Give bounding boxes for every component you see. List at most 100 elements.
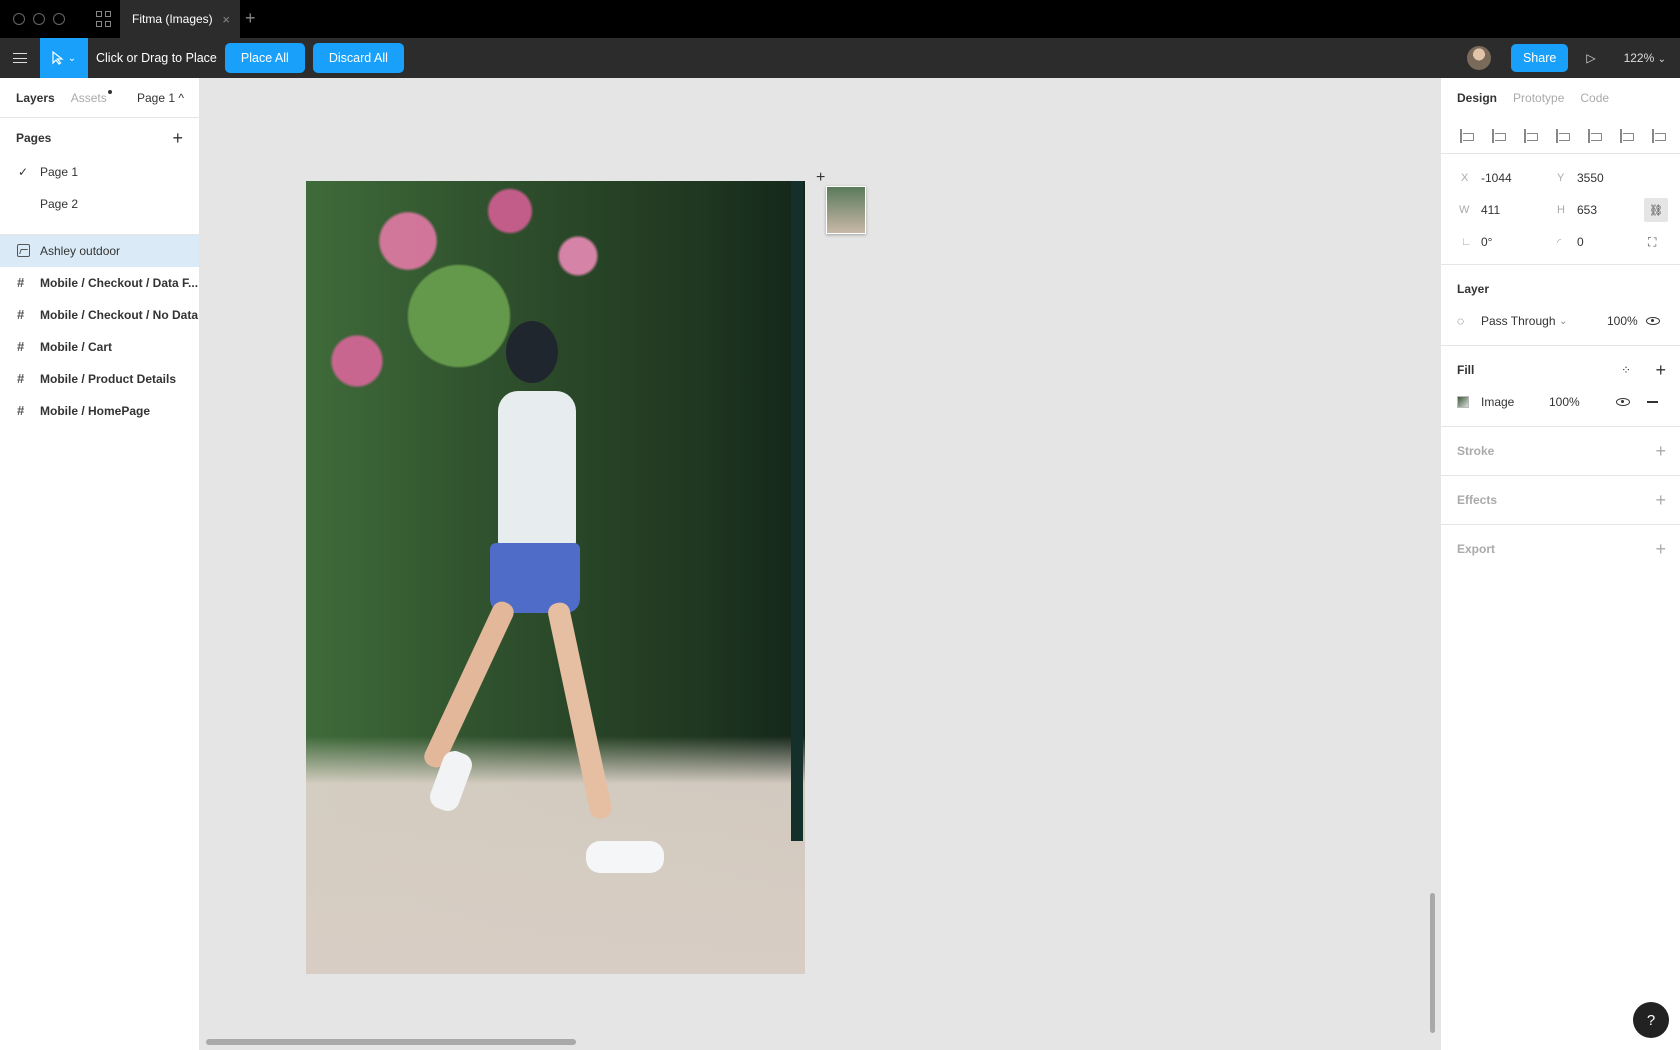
- styles-icon[interactable]: ⁘: [1621, 363, 1632, 377]
- add-effect-icon[interactable]: +: [1655, 490, 1666, 511]
- head: [506, 321, 558, 383]
- tab-close-icon[interactable]: ×: [222, 12, 230, 27]
- help-button[interactable]: ?: [1633, 1002, 1669, 1038]
- x-input[interactable]: -1044: [1481, 171, 1512, 185]
- eye-icon[interactable]: [1646, 317, 1660, 325]
- rotation-input[interactable]: 0°: [1481, 235, 1492, 249]
- zoom-dropdown[interactable]: 122% ⌄: [1624, 51, 1666, 65]
- left-panel-tabs: Layers Assets Page 1 ^: [0, 78, 199, 118]
- add-stroke-icon[interactable]: +: [1655, 441, 1666, 462]
- layer-item-cart[interactable]: # Mobile / Cart: [0, 331, 199, 363]
- horizontal-scrollbar[interactable]: [206, 1039, 576, 1045]
- w-input[interactable]: 411: [1481, 203, 1500, 217]
- stroke-section: Stroke +: [1441, 427, 1680, 476]
- pending-image-thumbnail[interactable]: [826, 186, 866, 234]
- page-item-page-2[interactable]: Page 2: [0, 188, 199, 220]
- chevron-down-icon[interactable]: ⌄: [68, 53, 76, 64]
- discard-all-button[interactable]: Discard All: [312, 43, 404, 73]
- y-input[interactable]: 3550: [1577, 171, 1604, 185]
- image-fill-swatch[interactable]: [1457, 396, 1469, 408]
- main-menu-button[interactable]: [0, 38, 40, 78]
- blend-mode-icon: ◌: [1457, 314, 1465, 328]
- align-top-icon[interactable]: [1553, 127, 1571, 145]
- add-fill-icon[interactable]: +: [1655, 360, 1666, 381]
- close-window-button[interactable]: [13, 13, 25, 25]
- title-bar: Fitma (Images) × +: [0, 0, 1680, 38]
- add-export-icon[interactable]: +: [1655, 539, 1666, 560]
- tab-layers[interactable]: Layers: [16, 91, 55, 105]
- blend-mode-dropdown[interactable]: Pass Through: [1481, 314, 1556, 328]
- frame-icon: #: [17, 275, 25, 290]
- maximize-window-button[interactable]: [53, 13, 65, 25]
- page-selector[interactable]: Page 1 ^: [137, 91, 184, 105]
- independent-corners-icon[interactable]: ⛶: [1648, 235, 1656, 250]
- stroke-header: Stroke +: [1441, 435, 1680, 467]
- align-left-icon[interactable]: [1457, 127, 1475, 145]
- right-panel-tabs: Design Prototype Code: [1441, 78, 1680, 118]
- tab-design[interactable]: Design: [1457, 91, 1497, 105]
- canvas[interactable]: +: [200, 78, 1440, 1050]
- tank-top: [498, 391, 576, 551]
- fill-opacity-input[interactable]: 100%: [1549, 395, 1580, 409]
- chevron-down-icon[interactable]: ⌄: [1559, 316, 1567, 327]
- home-grid-icon[interactable]: [96, 11, 112, 27]
- align-bottom-icon[interactable]: [1617, 127, 1635, 145]
- toolbar: ⌄ Click or Drag to Place Place All Disca…: [0, 38, 1680, 78]
- present-play-icon[interactable]: ▷: [1586, 51, 1595, 65]
- remove-fill-icon[interactable]: [1647, 401, 1658, 403]
- move-tool-button[interactable]: ⌄: [40, 38, 88, 78]
- fill-row: Image 100%: [1441, 386, 1680, 418]
- export-title: Export: [1457, 542, 1496, 556]
- eye-icon[interactable]: [1616, 398, 1630, 406]
- y-label: Y: [1557, 172, 1565, 184]
- align-right-icon[interactable]: [1521, 127, 1539, 145]
- properties-panel: Design Prototype Code X -1044 Y 3550 W 4…: [1440, 78, 1680, 1050]
- page-label: Page 2: [40, 197, 79, 211]
- constrain-proportions-icon[interactable]: ⛓: [1644, 198, 1668, 222]
- layer-section: Layer ◌ Pass Through ⌄ 100%: [1441, 265, 1680, 346]
- layer-item-homepage[interactable]: # Mobile / HomePage: [0, 395, 199, 427]
- layers-panel: Layers Assets Page 1 ^ Pages + ✓ Page 1 …: [0, 78, 200, 1050]
- window-controls: [13, 13, 65, 25]
- file-tab[interactable]: Fitma (Images) ×: [120, 0, 240, 38]
- layer-label: Mobile / Checkout / Data F...: [40, 276, 199, 290]
- layer-label: Mobile / HomePage: [40, 404, 151, 418]
- layer-item-product-details[interactable]: # Mobile / Product Details: [0, 363, 199, 395]
- layer-opacity-input[interactable]: 100%: [1607, 314, 1638, 328]
- tab-code[interactable]: Code: [1580, 91, 1609, 105]
- add-page-icon[interactable]: +: [172, 128, 183, 149]
- layer-label: Mobile / Cart: [40, 340, 113, 354]
- layer-item-checkout-no-data[interactable]: # Mobile / Checkout / No Data: [0, 299, 199, 331]
- distribute-icon[interactable]: [1649, 127, 1667, 145]
- pages-header: Pages +: [0, 120, 199, 156]
- share-button[interactable]: Share: [1510, 44, 1569, 72]
- vertical-scrollbar[interactable]: [1430, 893, 1435, 1033]
- export-section: Export +: [1441, 525, 1680, 573]
- shoe: [586, 841, 664, 873]
- align-horizontal-center-icon[interactable]: [1489, 127, 1507, 145]
- alignment-toolbar: [1441, 118, 1680, 154]
- page-item-page-1[interactable]: ✓ Page 1: [0, 156, 199, 188]
- layer-item-ashley-outdoor[interactable]: Ashley outdoor: [0, 235, 199, 267]
- h-input[interactable]: 653: [1577, 203, 1597, 217]
- placement-hint: Click or Drag to Place: [96, 51, 217, 65]
- leg: [546, 600, 614, 821]
- file-tab-title: Fitma (Images): [132, 12, 213, 26]
- place-all-button[interactable]: Place All: [224, 43, 305, 73]
- align-vertical-center-icon[interactable]: [1585, 127, 1603, 145]
- tab-prototype[interactable]: Prototype: [1513, 91, 1564, 105]
- frame-icon: #: [17, 371, 25, 386]
- minimize-window-button[interactable]: [33, 13, 45, 25]
- ashley-outdoor-image[interactable]: [306, 181, 805, 974]
- tab-assets[interactable]: Assets: [71, 89, 112, 105]
- position-size-section: X -1044 Y 3550 W 411 H 653 ⛓ ∟ 0° ◜ 0 ⛶: [1441, 154, 1680, 265]
- h-label: H: [1557, 204, 1565, 216]
- fill-header: Fill ⁘ +: [1441, 354, 1680, 386]
- chevron-down-icon: ⌄: [1657, 54, 1666, 65]
- layer-item-checkout-data[interactable]: # Mobile / Checkout / Data F...: [0, 267, 199, 299]
- stroke-title: Stroke: [1457, 444, 1495, 458]
- fill-type[interactable]: Image: [1481, 395, 1514, 409]
- avatar[interactable]: [1466, 46, 1491, 70]
- corner-radius-input[interactable]: 0: [1577, 235, 1584, 249]
- new-tab-button[interactable]: +: [245, 8, 256, 29]
